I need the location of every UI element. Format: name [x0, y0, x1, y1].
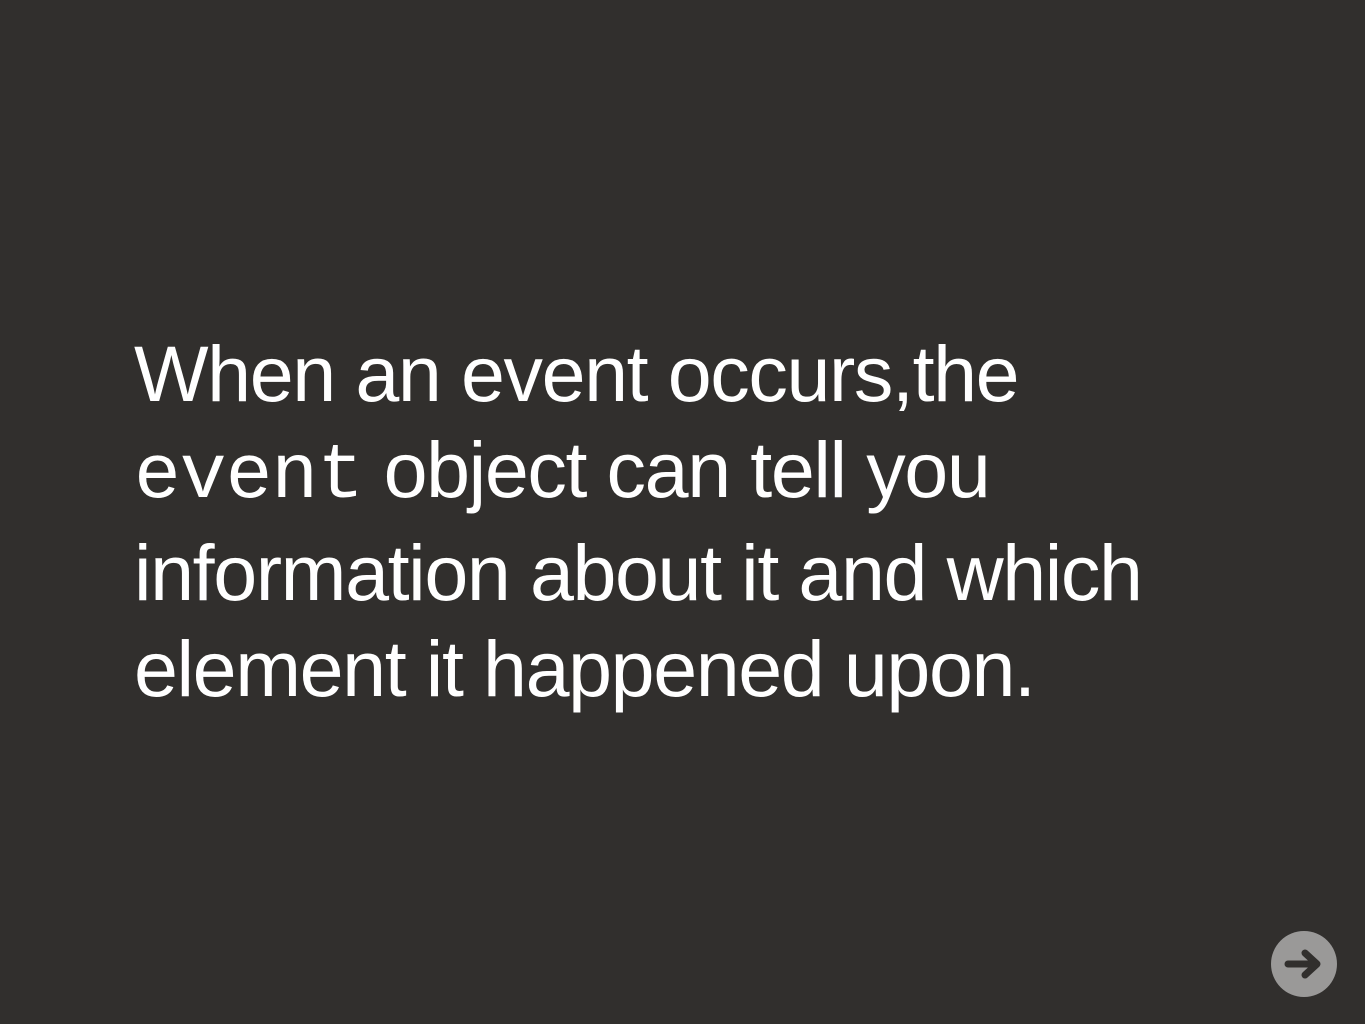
code-keyword-event: event: [134, 433, 364, 521]
text-line-1: When an event occurs,the: [134, 329, 1020, 418]
slide-body-text: When an event occurs,the event object ca…: [134, 326, 1234, 717]
next-slide-button[interactable]: [1271, 931, 1337, 997]
text-line-3: information about it and which: [134, 528, 1143, 617]
arrow-right-icon: [1284, 949, 1321, 979]
text-line-2-rest: object can tell you: [363, 425, 991, 514]
text-line-2: event object can tell you: [134, 422, 1234, 525]
text-line-4: element it happened upon.: [134, 624, 1036, 713]
slide: When an event occurs,the event object ca…: [0, 0, 1365, 1024]
